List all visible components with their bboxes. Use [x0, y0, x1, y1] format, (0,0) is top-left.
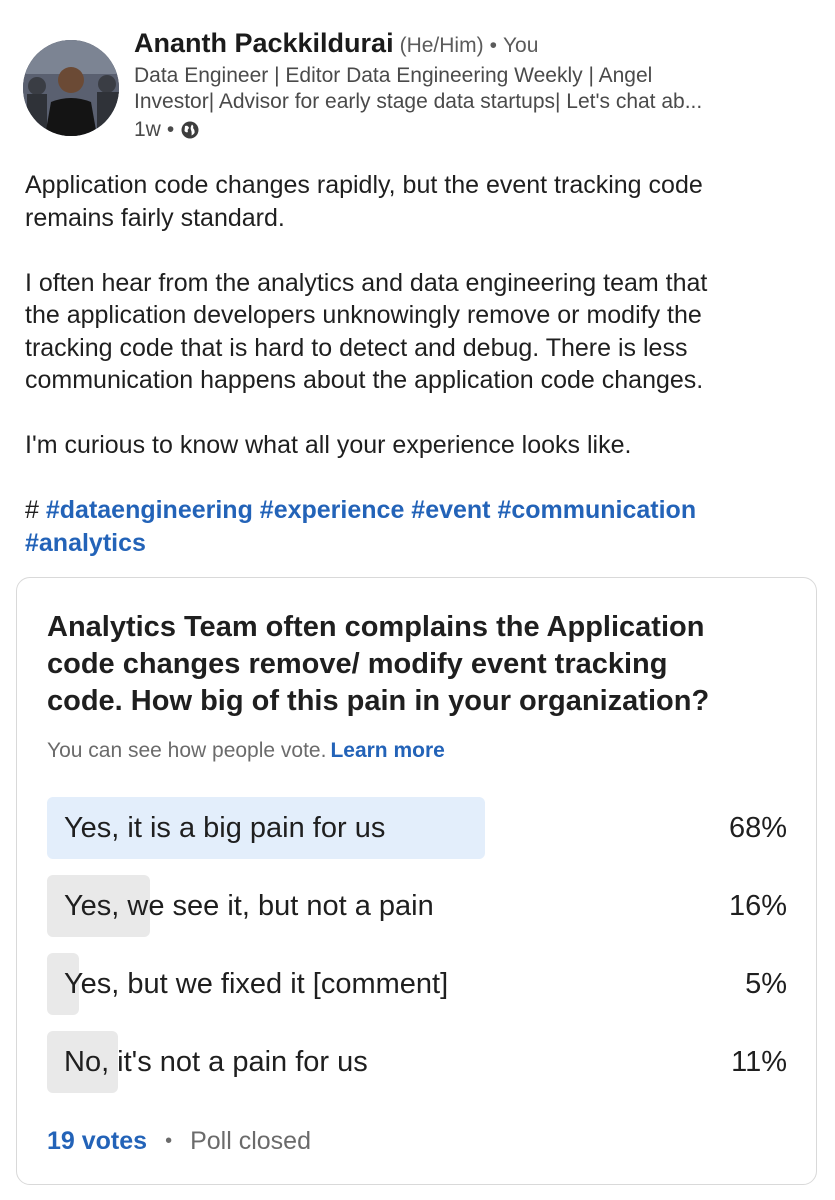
poll-option[interactable]: Yes, we see it, but not a pain 16%	[47, 875, 787, 937]
poll-footer: 19 votes • Poll closed	[47, 1126, 311, 1156]
separator-dot: •	[166, 118, 175, 141]
separator-dot: •	[489, 34, 497, 57]
globe-icon	[180, 120, 200, 140]
poll-card: Analytics Team often complains the Appli…	[16, 577, 817, 1185]
poll-option[interactable]: Yes, but we fixed it [comment] 5%	[47, 953, 787, 1015]
author-avatar[interactable]	[23, 40, 119, 136]
author-name-line: Ananth Packkildurai (He/Him) • You	[134, 26, 538, 63]
post-header: Ananth Packkildurai (He/Him) • You Data Eng…	[0, 0, 835, 160]
author-pronouns: (He/Him)	[399, 34, 484, 57]
connection-degree: You	[502, 34, 539, 57]
poll-option-percent: 16%	[728, 890, 787, 922]
post-line: remains fairly standard.	[25, 203, 285, 232]
post-time: 1w	[134, 118, 161, 141]
poll-option-percent: 5%	[745, 968, 787, 1000]
poll-option-label: Yes, but we fixed it [comment]	[64, 968, 449, 1000]
separator-dot: •	[165, 1130, 173, 1152]
poll-question-line: code. How big of this pain in your organ…	[47, 685, 710, 717]
avatar-photo	[23, 40, 119, 136]
post-line: I often hear from the analytics and data…	[25, 268, 708, 297]
votes-count-link[interactable]: 19 votes	[47, 1126, 147, 1156]
poll-option-label: Yes, it is a big pain for us	[64, 812, 386, 844]
headline-line: Data Engineer | Editor Data Engineering …	[134, 64, 653, 87]
poll-option[interactable]: No, it's not a pain for us 11%	[47, 1031, 787, 1093]
poll-status: Poll closed	[190, 1127, 311, 1155]
poll-question-line: Analytics Team often complains the Appli…	[47, 611, 705, 643]
poll-option-percent: 68%	[728, 812, 787, 844]
poll-question: Analytics Team often complains the Appli…	[47, 609, 787, 720]
post-line: the application developers unknowingly r…	[25, 301, 702, 329]
headline-line: Investor| Advisor for early stage data s…	[134, 90, 703, 113]
hashtag-link[interactable]: #analytics	[25, 527, 815, 560]
poll-option[interactable]: Yes, it is a big pain for us 68%	[47, 797, 787, 859]
hashtag-links[interactable]: #dataengineering #experience #event #com…	[46, 496, 696, 524]
post-line: tracking code that is hard to detect and…	[25, 333, 688, 362]
hash-prefix: #	[25, 496, 39, 524]
poll-question-line: code changes remove/ modify event tracki…	[47, 648, 668, 680]
learn-more-link[interactable]: Learn more	[330, 739, 444, 762]
post-body: Application code changes rapidly, but th…	[25, 169, 815, 559]
poll-visibility-note: You can see how people vote. Learn more	[47, 738, 445, 764]
post-meta: 1w •	[134, 117, 200, 143]
author-headline: Data Engineer | Editor Data Engineering …	[134, 63, 824, 115]
post-line: I'm curious to know what all your experi…	[25, 431, 632, 459]
poll-note-text: You can see how people vote.	[47, 739, 327, 762]
poll-option-label: No, it's not a pain for us	[64, 1046, 368, 1078]
author-name[interactable]: Ananth Packkildurai	[134, 28, 394, 58]
poll-option-label: Yes, we see it, but not a pain	[64, 890, 434, 922]
hashtags-line[interactable]: # #dataengineering #experience #event #c…	[25, 494, 815, 527]
post-line: communication happens about the applicat…	[25, 366, 704, 394]
post-line: Application code changes rapidly, but th…	[25, 171, 703, 199]
poll-option-percent: 11%	[731, 1046, 787, 1078]
